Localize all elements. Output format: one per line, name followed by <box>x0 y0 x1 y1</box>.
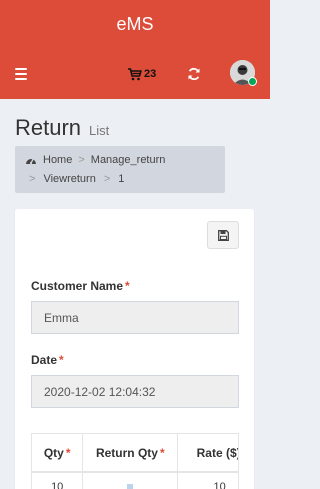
page-header: Return List <box>15 115 109 143</box>
qty-cell: 10 <box>32 472 84 489</box>
refresh-icon[interactable] <box>187 67 201 81</box>
breadcrumb-separator: > <box>78 154 85 166</box>
customer-name-label: Customer Name * <box>31 279 130 293</box>
page-subtitle: List <box>89 123 110 138</box>
date-field[interactable]: 2020-12-02 12:04:32 <box>31 375 239 408</box>
return-qty-input[interactable] <box>82 472 179 489</box>
column-header-qty: Qty * <box>32 434 84 473</box>
customer-name-field[interactable]: Emma <box>31 301 239 334</box>
app-header: eMS <box>0 0 270 49</box>
breadcrumb-manage-return[interactable]: Manage_return <box>91 154 166 166</box>
return-items-table: Qty * Return Qty * Rate ($) 10 10 <box>31 433 239 489</box>
breadcrumb-viewreturn[interactable]: Viewreturn <box>43 173 95 185</box>
save-button[interactable] <box>207 221 239 249</box>
app-title[interactable]: eMS <box>116 14 153 35</box>
column-header-rate: Rate ($) <box>177 434 238 473</box>
table-row: 10 10 <box>32 472 238 489</box>
return-form-box: Customer Name * Emma Date * 2020-12-02 12:… <box>15 209 254 489</box>
menu-icon[interactable] <box>15 68 27 80</box>
breadcrumb-separator: > <box>103 173 111 185</box>
breadcrumb: Home > Manage_return > Viewreturn > 1 <box>15 146 225 193</box>
rate-cell: 10 <box>177 472 238 489</box>
top-navbar: 23 <box>0 49 270 99</box>
save-icon <box>217 229 229 241</box>
breadcrumb-home[interactable]: Home <box>43 154 72 166</box>
column-header-return-qty: Return Qty * <box>82 434 179 473</box>
dashboard-icon <box>26 158 36 165</box>
breadcrumb-separator: > <box>29 173 36 185</box>
cart-button[interactable]: 23 <box>128 67 156 81</box>
cart-icon <box>128 67 142 80</box>
online-status-dot <box>248 77 257 86</box>
breadcrumb-current: 1 <box>118 173 125 185</box>
page-title: Return <box>15 115 82 140</box>
cart-count-badge: 23 <box>144 68 157 80</box>
date-label: Date * <box>31 353 64 367</box>
user-avatar[interactable] <box>230 60 257 86</box>
